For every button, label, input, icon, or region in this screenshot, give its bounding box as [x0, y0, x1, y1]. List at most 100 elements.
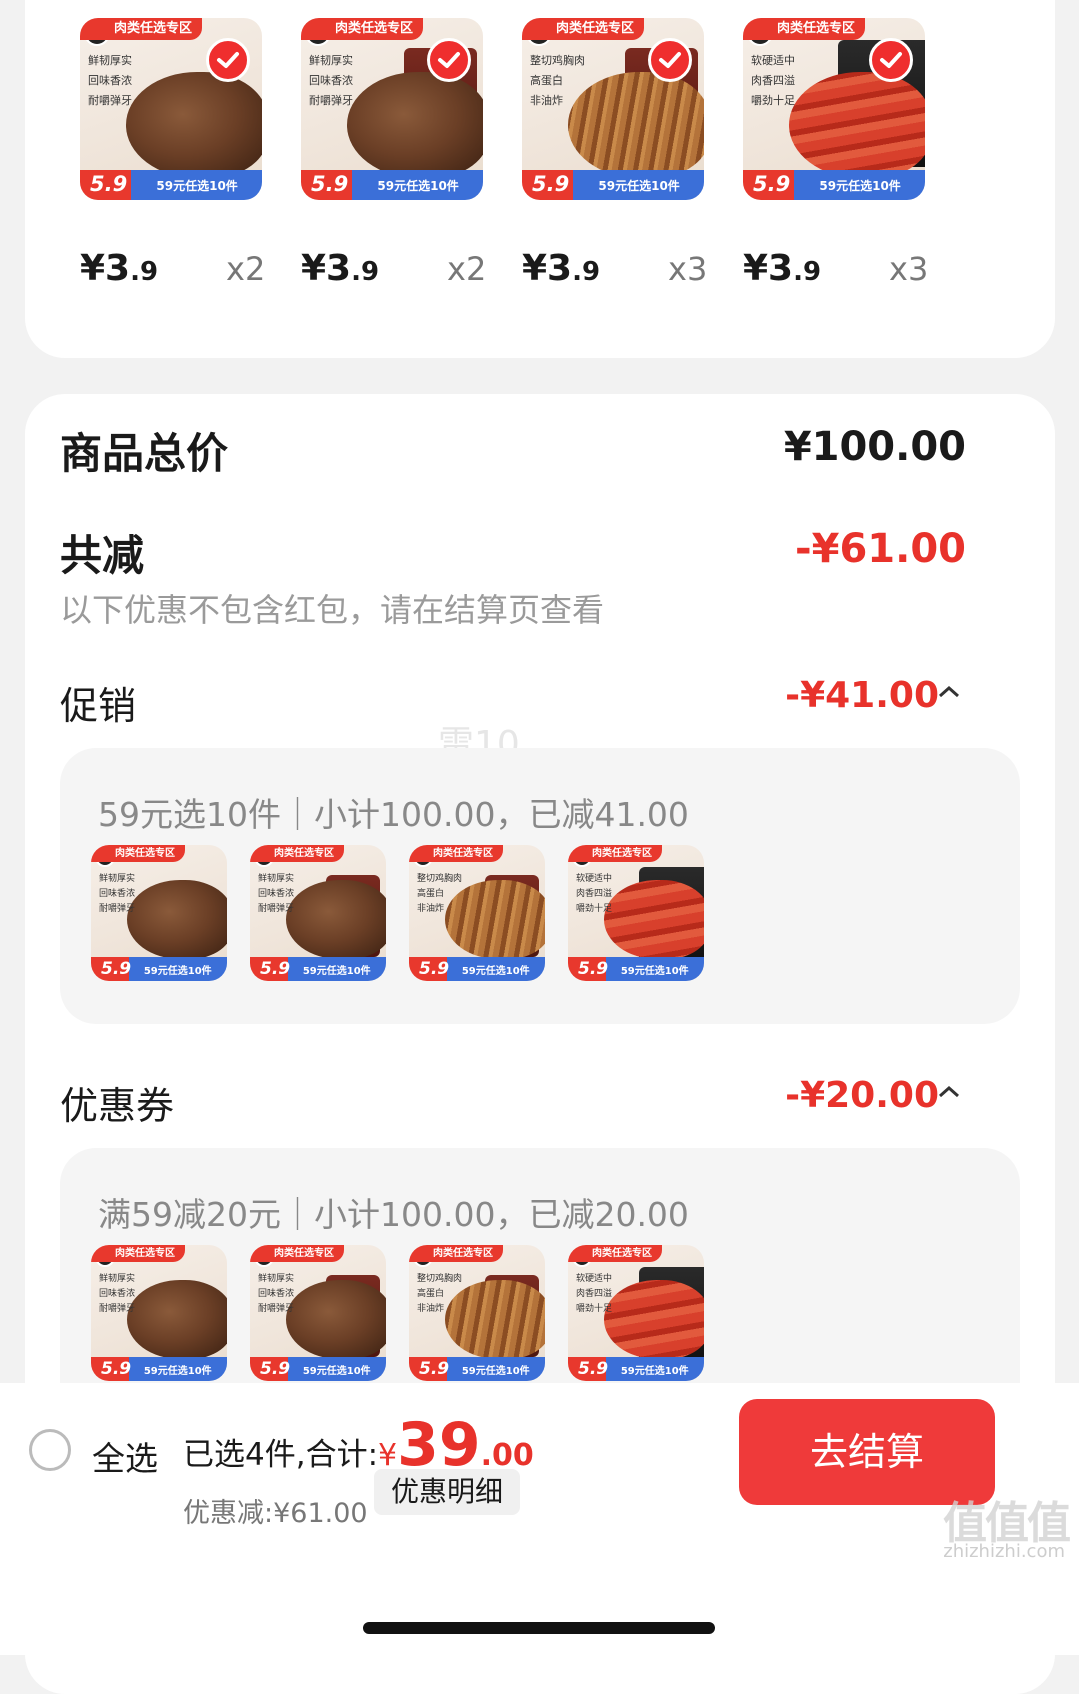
product-banner: 肉类任选专区 [743, 18, 866, 40]
product-thumbnail[interactable]: 肉类任选专区 鲜韧厚实 回味香浓 耐嚼弹牙 5.9 59元任选10件 [80, 18, 262, 200]
promotion-detail-text: 59元选10件｜小计100.00，已减41.00 [98, 795, 689, 834]
meat-image [444, 880, 545, 959]
product-feature: 鲜韧厚实 [258, 874, 295, 884]
product-thumbnail[interactable]: 肉类任选专区 鲜韧厚实 回味香浓 耐嚼弹牙 5.9 59元任选10件 [250, 1245, 386, 1381]
product-thumbnail[interactable]: 肉类任选专区鲜韧厚实回味香浓耐嚼弹牙 5.9 59元任选10件 [91, 1245, 227, 1381]
product-feature: 鲜韧厚实 [99, 874, 136, 884]
tag-deal: 59元任选10件 [302, 966, 371, 977]
meat-image [126, 72, 262, 178]
product-feature: 耐嚼弹牙 [99, 1304, 136, 1314]
product-feature: 高蛋白 [417, 889, 445, 899]
product-thumbnail[interactable]: 肉类任选专区 整切鸡胸肉 高蛋白 非油炸 5.9 59元任选10件 [522, 18, 704, 200]
tag-deal: 59元任选10件 [598, 179, 680, 193]
selected-summary: 已选4件,合计:¥39.00 [183, 1415, 534, 1475]
product-banner: 肉类任选专区 [91, 1245, 185, 1262]
meat-image [444, 1280, 545, 1359]
product-feature: 回味香浓 [99, 889, 136, 899]
product-thumbnail[interactable]: 肉类任选专区 软硬适中 肉香四溢 嚼劲十足 5.9 59元任选10件 [743, 18, 925, 200]
product-feature: 回味香浓 [99, 1289, 136, 1299]
product-feature: 耐嚼弹牙 [88, 94, 132, 107]
product-feature: 肉香四溢 [576, 889, 613, 899]
product-price-tag: 5.9 59元任选10件 [91, 957, 227, 981]
product-banner: 肉类任选专区 [250, 1245, 344, 1262]
product-feature: 嚼劲十足 [751, 94, 795, 107]
item-price: ¥3.9 [743, 248, 821, 289]
selected-count-text: 已选4件,合计: [183, 1437, 379, 1473]
meat-image [568, 72, 704, 178]
item-quantity: x3 [668, 250, 708, 288]
product-feature: 回味香浓 [258, 889, 295, 899]
product-banner: 肉类任选专区 [568, 845, 662, 862]
coupon-label: 优惠券 [60, 1084, 175, 1128]
product-price-tag: 5.9 59元任选10件 [743, 170, 925, 200]
selected-check-icon[interactable] [427, 38, 471, 82]
item-price-int: ¥3 [743, 248, 794, 289]
item-price-dec: .9 [130, 257, 159, 287]
promotion-value[interactable]: -¥41.00 [785, 675, 939, 716]
coupon-value[interactable]: -¥20.00 [785, 1075, 939, 1116]
product-feature: 鲜韧厚实 [309, 54, 353, 67]
product-banner: 肉类任选专区 [91, 845, 185, 862]
tag-deal: 59元任选10件 [461, 966, 530, 977]
item-price-int: ¥3 [522, 248, 573, 289]
product-feature: 鲜韧厚实 [99, 1274, 136, 1284]
item-quantity: x3 [889, 250, 929, 288]
select-all-radio[interactable] [29, 1429, 71, 1471]
meat-image [603, 880, 704, 959]
tag-deal: 59元任选10件 [620, 966, 689, 977]
item-price: ¥3.9 [522, 248, 600, 289]
product-banner: 肉类任选专区 [80, 18, 203, 40]
product-feature: 高蛋白 [530, 74, 563, 87]
product-thumbnail[interactable]: 肉类任选专区 软硬适中 肉香四溢 嚼劲十足 5.9 59元任选10件 [568, 845, 704, 981]
product-feature: 嚼劲十足 [576, 1304, 613, 1314]
tag-price: 5.9 [419, 1359, 450, 1379]
product-thumbnail[interactable]: 肉类任选专区 软硬适中 肉香四溢 嚼劲十足 5.9 59元任选10件 [568, 1245, 704, 1381]
product-feature: 耐嚼弹牙 [99, 904, 136, 914]
product-feature: 整切鸡胸肉 [417, 1274, 463, 1284]
product-feature: 回味香浓 [88, 74, 132, 87]
select-all-label[interactable]: 全选 [92, 1432, 158, 1480]
product-feature: 回味香浓 [309, 74, 353, 87]
item-price: ¥3.9 [301, 248, 379, 289]
tag-price: 5.9 [260, 1359, 291, 1379]
coupon-detail-text: 满59减20元｜小计100.00，已减20.00 [98, 1195, 689, 1234]
chevron-up-icon[interactable] [937, 1082, 961, 1106]
chevron-up-icon[interactable] [937, 682, 961, 706]
site-watermark-url: zhizhizhi.com [943, 1541, 1065, 1562]
meat-image [126, 1280, 227, 1359]
product-thumbnail[interactable]: 肉类任选专区 鲜韧厚实 回味香浓 耐嚼弹牙 5.9 59元任选10件 [301, 18, 483, 200]
checkout-bar: 全选 已选4件,合计:¥39.00 优惠减:¥61.00 优惠明细 去结算 值值… [0, 1383, 1079, 1655]
tag-price: 5.9 [101, 1359, 132, 1379]
meat-image [285, 1280, 386, 1359]
product-banner: 肉类任选专区 [301, 18, 424, 40]
home-indicator [363, 1622, 715, 1634]
selected-check-icon[interactable] [206, 38, 250, 82]
selected-check-icon[interactable] [648, 38, 692, 82]
tag-deal: 59元任选10件 [461, 1366, 530, 1377]
product-thumbnail[interactable]: 肉类任选专区 鲜韧厚实 回味香浓 耐嚼弹牙 5.9 59元任选10件 [250, 845, 386, 981]
product-price-tag: 5.9 59元任选10件 [91, 1357, 227, 1381]
product-feature: 耐嚼弹牙 [309, 94, 353, 107]
product-price-tag: 5.9 59元任选10件 [409, 1357, 545, 1381]
product-thumbnail[interactable]: 肉类任选专区 整切鸡胸肉 高蛋白 非油炸 5.9 59元任选10件 [409, 1245, 545, 1381]
product-feature: 耐嚼弹牙 [258, 904, 295, 914]
total-reduction-label: 共减 [60, 531, 145, 580]
product-thumbnail[interactable]: 肉类任选专区鲜韧厚实回味香浓耐嚼弹牙 5.9 59元任选10件 [91, 845, 227, 981]
promotion-detail-box: 59元选10件｜小计100.00，已减41.00 肉类任选专区鲜韧厚实回味香浓耐… [60, 748, 1020, 1024]
meat-image [285, 880, 386, 959]
product-feature: 鲜韧厚实 [88, 54, 132, 67]
total-amount-dec: .00 [480, 1438, 534, 1473]
product-feature: 整切鸡胸肉 [417, 874, 463, 884]
tag-price: 5.9 [578, 959, 609, 979]
product-thumbnail[interactable]: 肉类任选专区 整切鸡胸肉 高蛋白 非油炸 5.9 59元任选10件 [409, 845, 545, 981]
selected-check-icon[interactable] [869, 38, 913, 82]
tag-price: 5.9 [90, 172, 128, 196]
item-price: ¥3.9 [80, 248, 158, 289]
product-banner: 肉类任选专区 [250, 845, 344, 862]
tag-deal: 59元任选10件 [377, 179, 459, 193]
discount-detail-button[interactable]: 优惠明细 [374, 1469, 520, 1515]
product-feature: 高蛋白 [417, 1289, 445, 1299]
product-feature: 非油炸 [417, 1304, 445, 1314]
product-price-tag: 5.9 59元任选10件 [568, 1357, 704, 1381]
item-price-dec: .9 [351, 257, 380, 287]
